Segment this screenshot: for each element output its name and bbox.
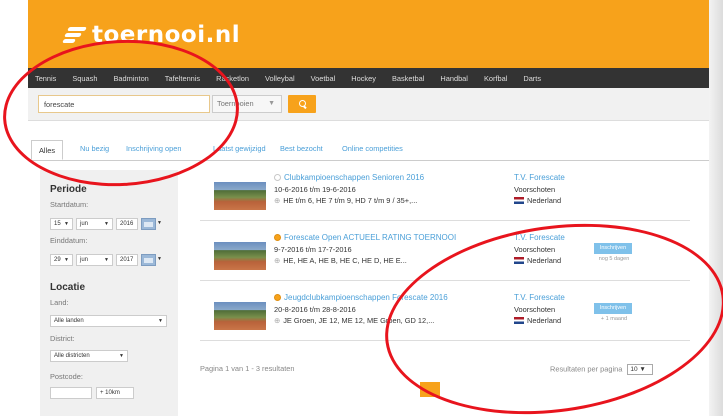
filter-sidebar: Periode Startdatum: 15 ▼ jun ▼ 2016 ▼ Eind… xyxy=(40,170,178,416)
tournament-thumbnail[interactable] xyxy=(214,182,266,210)
nav-item-handbal[interactable]: Handbal xyxy=(440,74,468,83)
status-dot-icon xyxy=(274,234,281,241)
tournament-events: ⊕ HE t/m 6, HE 7 t/m 9, HD 7 t/m 9 / 35+,… xyxy=(274,196,418,205)
status-dot-icon xyxy=(274,294,281,301)
nav-item-hockey[interactable]: Hockey xyxy=(351,74,376,83)
result-row: Clubkampioenschappen Senioren 2016 10-6-… xyxy=(200,170,690,221)
chevron-down-icon: ▼ xyxy=(157,220,162,226)
tournament-title[interactable]: Clubkampioenschappen Senioren 2016 xyxy=(274,173,424,182)
plus-icon[interactable]: ⊕ xyxy=(274,256,280,265)
pagination-summary: Pagina 1 van 1 - 3 resultaten xyxy=(200,364,295,373)
tournament-events: ⊕ HE, HE A, HE B, HE C, HE D, HE E... xyxy=(274,256,407,265)
plus-icon[interactable]: ⊕ xyxy=(274,316,280,325)
flag-nl-icon xyxy=(514,197,524,204)
start-date-label: Startdatum: xyxy=(50,200,89,209)
chevron-down-icon: ▼ xyxy=(64,257,69,263)
nav-item-basketbal[interactable]: Basketbal xyxy=(392,74,424,83)
page: toernooi.nl Tennis Squash Badminton Tafe… xyxy=(0,0,723,416)
nav-item-voetbal[interactable]: Voetbal xyxy=(311,74,336,83)
chevron-down-icon: ▼ xyxy=(268,100,275,107)
search-icon xyxy=(299,100,306,107)
status-dot-icon xyxy=(274,174,281,181)
club-link[interactable]: T.V. Forescate xyxy=(514,173,565,182)
calendar-icon[interactable] xyxy=(141,254,156,266)
chevron-down-icon: ▼ xyxy=(104,257,109,263)
chevron-down-icon: ▼ xyxy=(119,353,124,359)
club-city: Voorschoten xyxy=(514,185,556,194)
tournament-title[interactable]: Forescate Open ACTUEEL RATING TOERNOOI xyxy=(274,233,456,242)
radius-select[interactable]: + 10km xyxy=(96,387,134,399)
start-month-select[interactable]: jun ▼ xyxy=(76,218,113,230)
tournament-dates: 9-7-2016 t/m 17-7-2016 xyxy=(274,245,352,254)
end-date-label: Einddatum: xyxy=(50,236,88,245)
nav-item-korfbal[interactable]: Korfbal xyxy=(484,74,507,83)
nav-item-volleybal[interactable]: Volleybal xyxy=(265,74,295,83)
chevron-down-icon: ▼ xyxy=(157,256,162,262)
end-day-select[interactable]: 29 ▼ xyxy=(50,254,73,266)
district-select[interactable]: Alle districten ▼ xyxy=(50,350,128,362)
nav-item-darts[interactable]: Darts xyxy=(523,74,541,83)
tournament-dates: 20-8-2016 t/m 28-8-2016 xyxy=(274,305,356,314)
start-day-select[interactable]: 15 ▼ xyxy=(50,218,73,230)
plus-icon[interactable]: ⊕ xyxy=(274,196,280,205)
tournament-dates: 10-6-2016 t/m 19-6-2016 xyxy=(274,185,356,194)
tournament-thumbnail[interactable] xyxy=(214,302,266,330)
start-year-select[interactable]: 2016 xyxy=(116,218,138,230)
district-label: District: xyxy=(50,334,75,343)
logo-mark-icon xyxy=(62,25,88,45)
calendar-icon[interactable] xyxy=(141,218,156,230)
search-button[interactable] xyxy=(288,95,316,113)
land-select[interactable]: Alle landen ▼ xyxy=(50,315,167,327)
tab-best-bezocht[interactable]: Best bezocht xyxy=(280,144,323,153)
club-country: Nederland xyxy=(514,196,561,205)
postcode-input[interactable] xyxy=(50,387,92,399)
locatie-heading: Locatie xyxy=(50,282,86,293)
tab-online-competities[interactable]: Online competities xyxy=(342,144,403,153)
page-edge-shadow xyxy=(709,0,723,416)
end-year-select[interactable]: 2017 xyxy=(116,254,138,266)
chevron-down-icon: ▼ xyxy=(158,318,163,324)
land-label: Land: xyxy=(50,298,69,307)
periode-heading: Periode xyxy=(50,184,87,195)
end-month-select[interactable]: jun ▼ xyxy=(76,254,113,266)
chevron-down-icon: ▼ xyxy=(64,221,69,227)
postcode-label: Postcode: xyxy=(50,372,83,381)
chevron-down-icon: ▼ xyxy=(104,221,109,227)
tournament-thumbnail[interactable] xyxy=(214,242,266,270)
